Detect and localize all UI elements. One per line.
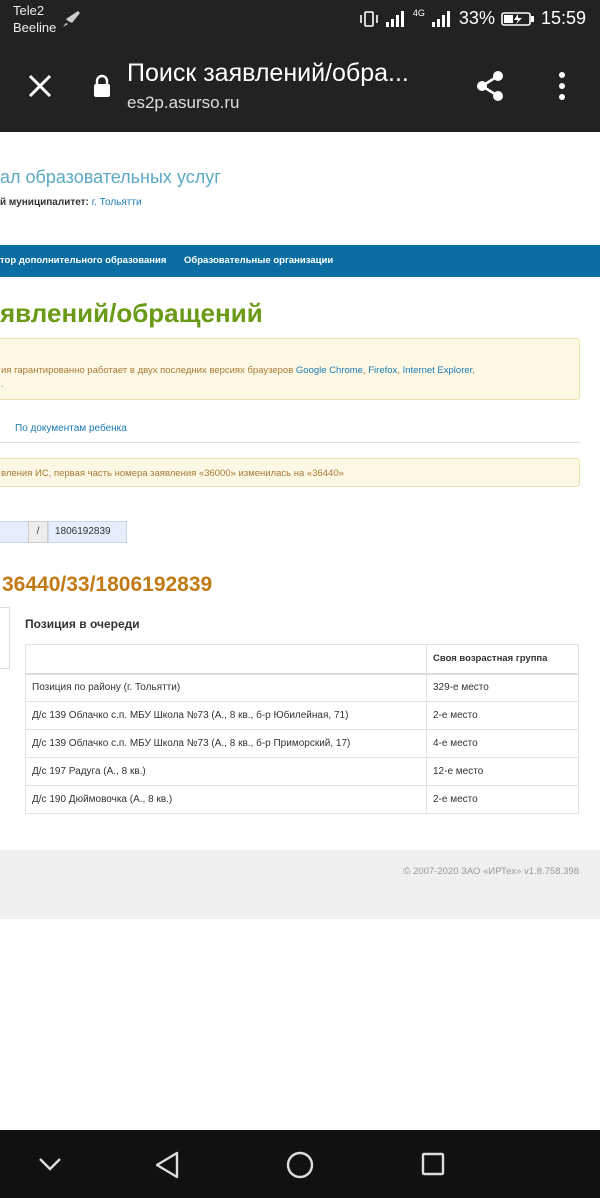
browser-support-alert: ия гарантированно работает в двух послед… [0,338,580,400]
network-type: 4G [412,7,425,18]
table-row: Позиция по району (г. Тольятти) 329-е ме… [25,673,579,702]
row-place: 2-е место [426,785,579,814]
table-header-row: Своя возрастная группа [25,644,579,675]
status-icons: 4G 33% 15:59 [359,8,586,29]
nav-item-organizations[interactable]: Образовательные организации [184,255,333,266]
number-input[interactable]: 1806192839 [48,521,127,543]
system-nav-bar [0,1130,600,1198]
tab-by-child-documents[interactable]: По документам ребенка [15,423,127,434]
close-icon[interactable] [27,73,53,99]
application-number: 36440/33/1806192839 [2,573,213,596]
table-row: Д/с 139 Облачко с.п. МБУ Школа №73 (А., … [25,701,579,730]
table-header-empty [25,644,427,675]
municipality-value[interactable]: г. Тольятти [92,197,142,208]
page-tab-title: Поиск заявлений/обра... [127,59,409,87]
home-icon[interactable] [286,1151,314,1179]
signal-2-icon [431,10,450,27]
number-change-alert: вления ИС, первая часть номера заявления… [0,458,580,487]
queue-table: Своя возрастная группа Позиция по району… [25,644,579,814]
page-footer: © 2007-2020 ЗАО «ИРТех» v1.8.758.398 [0,850,600,919]
row-name: Позиция по району (г. Тольятти) [25,673,427,702]
nav-item-additional-education[interactable]: тор дополнительного образования [0,255,166,266]
signal-icon [385,10,404,27]
page-title: явлений/обращений [0,298,263,328]
more-menu-icon[interactable] [556,70,568,102]
row-name: Д/с 190 Дюймовочка (А., 8 кв.) [25,785,427,814]
portal-title[interactable]: ал образовательных услуг [0,167,221,188]
web-page: ал образовательных услуг й муниципалитет… [0,132,600,1130]
table-row: Д/с 139 Облачко с.п. МБУ Школа №73 (А., … [25,729,579,758]
municipality-label: й муниципалитет: [0,197,89,208]
link-ie[interactable]: Internet Explorer [403,365,473,376]
link-firefox[interactable]: Firefox [368,365,397,376]
battery-icon [501,11,534,26]
back-icon[interactable] [154,1151,180,1179]
number-part-input[interactable] [0,521,28,543]
table-header-age-group: Своя возрастная группа [426,644,579,675]
table-row: Д/с 197 Радуга (А., 8 кв.) 12-е место [25,757,579,786]
rocket-icon [63,11,80,27]
row-place: 329-е место [426,673,579,702]
clock: 15:59 [540,8,586,28]
lock-icon [94,74,110,97]
number-separator: / [28,521,48,543]
carrier-2: Beeline [13,20,57,35]
row-place: 2-е место [426,701,579,730]
carrier-1: Tele2 [13,3,45,18]
side-tab-box [0,607,10,669]
vibrate-icon [360,10,378,27]
alert-text: ия гарантированно работает в двух послед… [1,365,294,376]
row-place: 12-е место [426,757,579,786]
row-place: 4-е место [426,729,579,758]
recent-apps-icon[interactable] [421,1152,445,1176]
row-name: Д/с 139 Облачко с.п. МБУ Школа №73 (А., … [25,729,427,758]
status-bar: Tele2 Beeline 4G 33% 15:59 [0,0,600,42]
battery-percent: 33% [458,8,495,28]
link-chrome[interactable]: Google Chrome [296,365,363,376]
url-text[interactable]: es2p.asurso.ru [127,93,239,113]
browser-toolbar: Поиск заявлений/обра... es2p.asurso.ru [0,42,600,132]
main-nav: тор дополнительного образования Образова… [0,245,600,277]
table-row: Д/с 190 Дюймовочка (А., 8 кв.) 2-е место [25,785,579,814]
copyright: © 2007-2020 ЗАО «ИРТех» v1.8.758.398 [403,866,579,877]
alert-text-line2: . [1,379,4,390]
chevron-down-icon[interactable] [38,1157,62,1171]
row-name: Д/с 197 Радуга (А., 8 кв.) [25,757,427,786]
tabs-divider [0,442,580,443]
row-name: Д/с 139 Облачко с.п. МБУ Школа №73 (А., … [25,701,427,730]
municipality: й муниципалитет: г. Тольятти [0,197,142,208]
queue-title: Позиция в очереди [25,617,140,631]
share-icon[interactable] [473,69,507,103]
